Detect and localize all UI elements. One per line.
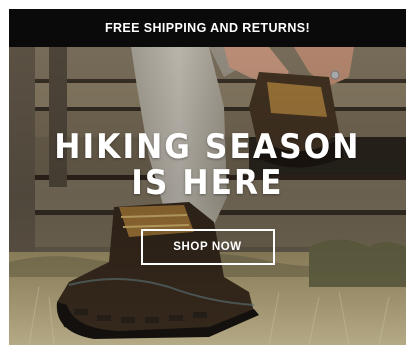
promo-text: FREE SHIPPING AND RETURNS! [104,21,311,35]
hero-headline: HIKING SEASON IS HERE [54,129,360,201]
promo-bar: FREE SHIPPING AND RETURNS! [9,9,406,47]
shop-now-label: SHOP NOW [173,241,242,253]
hero-overlay: HIKING SEASON IS HERE SHOP NOW [9,47,406,345]
headline-line-2: IS HERE [131,163,284,203]
hero-banner[interactable]: HIKING SEASON IS HERE SHOP NOW [9,47,406,345]
email-banner: FREE SHIPPING AND RETURNS! HIKING SEASON… [0,0,415,353]
shop-now-button[interactable]: SHOP NOW [140,229,275,265]
headline-line-1: HIKING SEASON [54,127,361,167]
